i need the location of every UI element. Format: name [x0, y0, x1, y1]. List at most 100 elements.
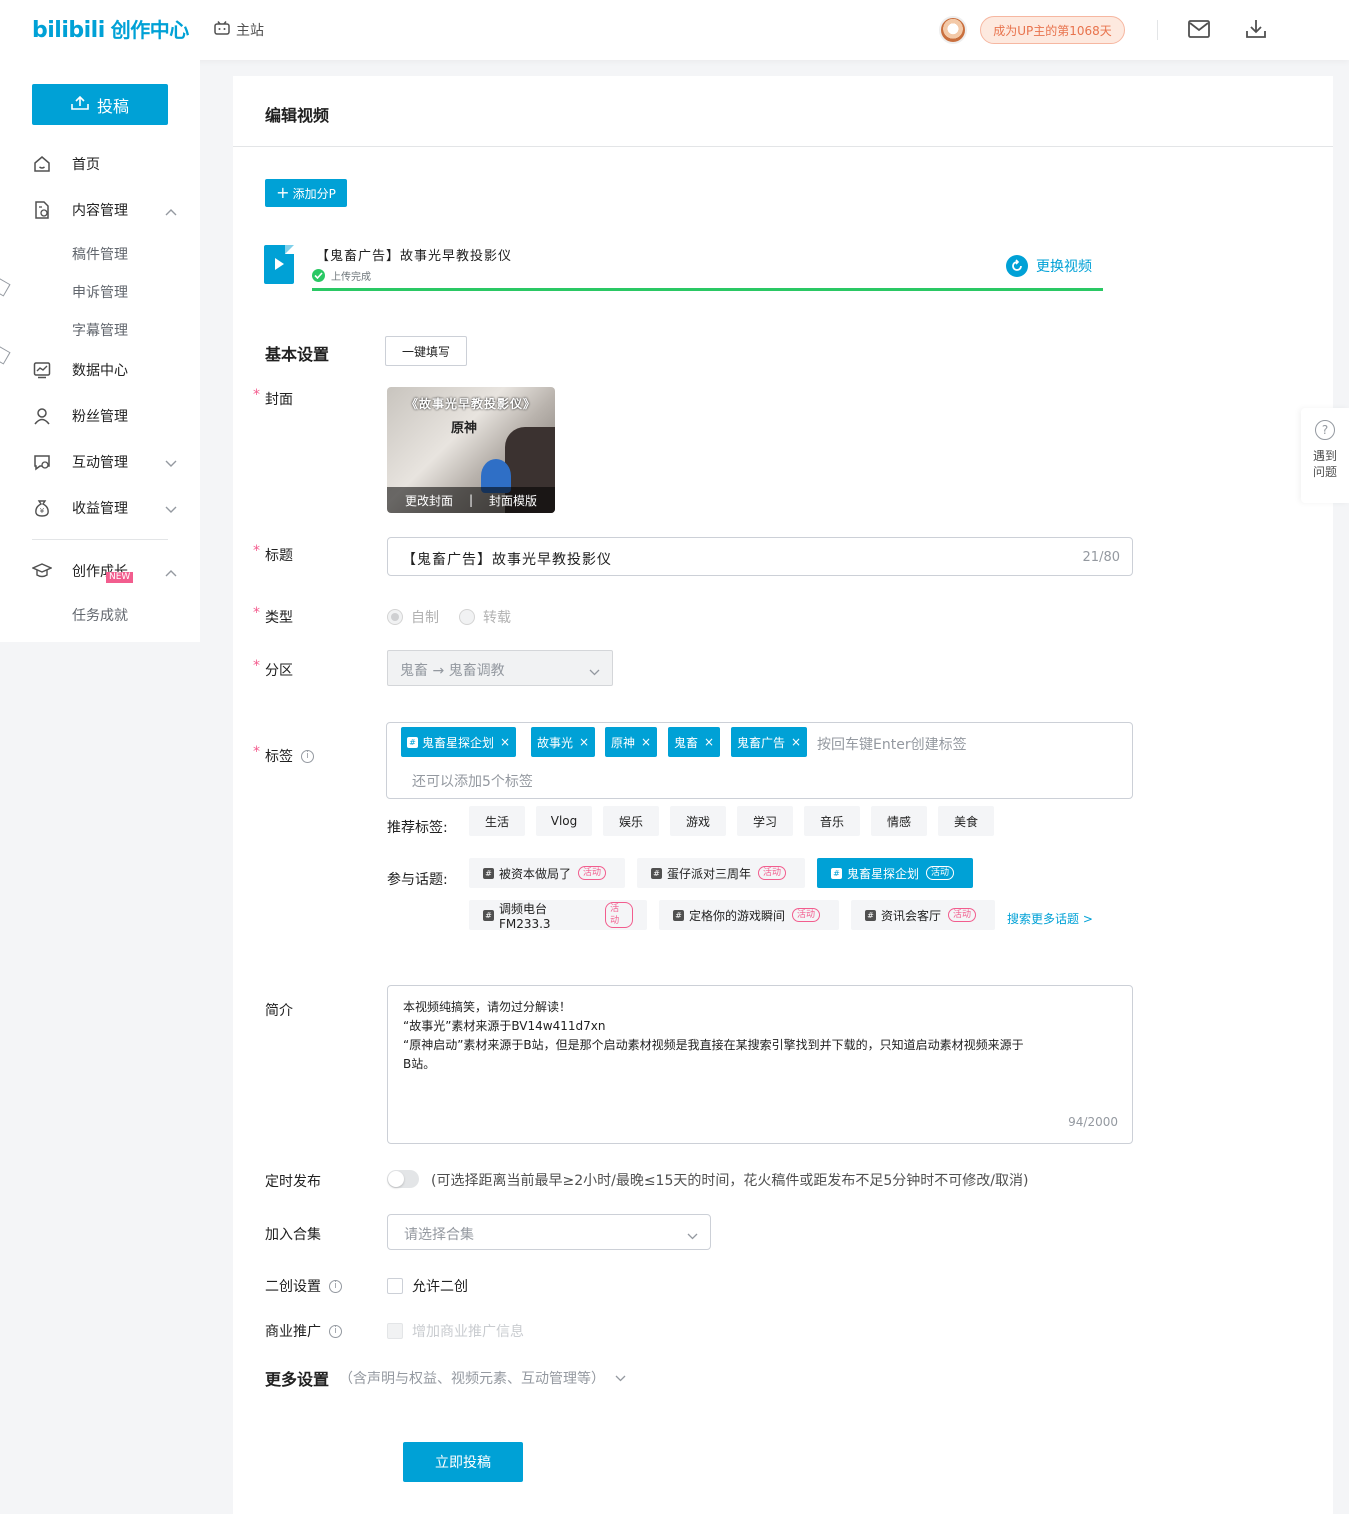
title-input[interactable]: 【鬼畜广告】故事光早教投影仪 21/80: [387, 537, 1133, 576]
close-icon[interactable]: ×: [791, 735, 801, 749]
chevron-up-icon: [165, 204, 177, 220]
zone-label: 分区: [265, 663, 293, 679]
up-days-badge[interactable]: 成为UP主的第1068天: [980, 16, 1125, 44]
hash-icon: #: [673, 909, 684, 921]
edit-video-card: 编辑视频 + 添加分P 【鬼畜广告】故事光早教投影仪 上传完成 更换视频 基本设…: [233, 76, 1333, 1514]
info-icon[interactable]: i: [329, 1324, 342, 1338]
sidebar-item-income[interactable]: ¥ 收益管理: [32, 496, 177, 520]
refresh-icon: [1006, 255, 1028, 277]
topics-label: 参与话题:: [387, 872, 448, 888]
collection-placeholder: 请选择合集: [404, 1227, 474, 1243]
mail-icon[interactable]: [1188, 20, 1210, 42]
divider: [233, 146, 1333, 147]
required-mark: *: [253, 387, 260, 403]
tag-chip[interactable]: 故事光 ×: [531, 727, 596, 757]
type-radio-original[interactable]: 自制: [387, 607, 439, 627]
sidebar-item-appeals[interactable]: 申诉管理: [72, 282, 128, 302]
sidebar-item-manuscripts[interactable]: 稿件管理: [72, 244, 128, 264]
new-badge: NEW: [106, 572, 134, 583]
one-click-fill-button[interactable]: 一键填写: [385, 336, 467, 366]
topic-chip[interactable]: # 被资本做局了 活动: [469, 858, 625, 888]
recommended-tag[interactable]: 生活: [469, 806, 525, 836]
change-cover-button[interactable]: 更改封面: [405, 492, 453, 509]
logo[interactable]: bilibili 创作中心: [32, 14, 189, 43]
cover-template-button[interactable]: 封面模版: [489, 492, 537, 509]
collection-label: 加入合集: [265, 1227, 321, 1243]
help-button[interactable]: ? 遇到问题: [1301, 408, 1349, 503]
recommended-tag[interactable]: 情感: [871, 806, 927, 836]
sidebar-item-home[interactable]: 首页: [32, 152, 177, 176]
tag-chip[interactable]: 鬼畜广告 ×: [731, 727, 808, 757]
recommended-tag[interactable]: 娱乐: [603, 806, 659, 836]
main-site-link[interactable]: 主站: [214, 20, 264, 40]
sidebar-divider: [32, 539, 168, 540]
upload-status-label: 上传完成: [331, 272, 371, 283]
info-icon[interactable]: i: [301, 749, 314, 763]
commercial-checkbox[interactable]: 增加商业推广信息: [387, 1321, 524, 1341]
sidebar-item-interaction[interactable]: 互动管理: [32, 450, 177, 474]
tv-icon: [214, 21, 230, 39]
chevron-down-icon: [615, 1370, 626, 1386]
upload-progress-bar: [312, 288, 1103, 291]
tag-chip[interactable]: 原神 ×: [605, 727, 658, 757]
more-settings-toggle[interactable]: 更多设置 （含声明与权益、视频元素、互动管理等）: [265, 1366, 626, 1390]
description-textarea[interactable]: 本视频纯搞笑，请勿过分解读！ “故事光”素材来源于BV14w411d7xn “原…: [387, 985, 1133, 1144]
required-mark: *: [253, 658, 260, 674]
recommended-tag[interactable]: 音乐: [804, 806, 860, 836]
tag-chip[interactable]: 鬼畜 ×: [668, 727, 721, 757]
sidebar-item-fans[interactable]: 粉丝管理: [32, 404, 177, 428]
cover-image[interactable]: 《故事光早教投影仪》 原神 更改封面 | 封面模版: [387, 387, 555, 513]
topic-chip[interactable]: # 定格你的游戏瞬间 活动: [659, 900, 839, 930]
home-icon: [32, 154, 52, 174]
close-icon[interactable]: ×: [579, 735, 589, 749]
tags-input[interactable]: # 鬼畜星探企划 × 故事光 × 原神 × 鬼畜 × 鬼畜广告 × 按回车键Enter创建…: [386, 722, 1133, 799]
topic-chip[interactable]: # 调频电台FM233.3 活动: [469, 900, 647, 931]
content-icon: [32, 200, 52, 220]
type-radio-repost[interactable]: 转载: [459, 607, 511, 627]
search-more-topics-link[interactable]: 搜索更多话题 >: [1007, 910, 1093, 927]
recommended-tag[interactable]: 美食: [938, 806, 994, 836]
chevron-down-icon: [687, 1228, 698, 1244]
recommended-tag[interactable]: 学习: [737, 806, 793, 836]
sidebar-item-growth[interactable]: 创作成长: [32, 559, 177, 583]
schedule-toggle[interactable]: [387, 1170, 419, 1188]
close-icon[interactable]: ×: [704, 735, 714, 749]
tags-placeholder: 按回车键Enter创建标签: [817, 737, 967, 753]
title-value: 【鬼畜广告】故事光早教投影仪: [402, 552, 612, 568]
svg-text:¥: ¥: [40, 507, 45, 515]
download-icon[interactable]: [1245, 18, 1267, 44]
close-icon[interactable]: ×: [641, 735, 651, 749]
title-label: 标题: [265, 548, 293, 564]
sidebar-item-content[interactable]: 内容管理: [32, 198, 177, 222]
file-name: 【鬼畜广告】故事光早教投影仪: [316, 249, 513, 264]
avatar[interactable]: [939, 16, 967, 44]
recommended-tag[interactable]: 游戏: [670, 806, 726, 836]
submit-button[interactable]: 立即投稿: [403, 1442, 523, 1482]
recommended-tag[interactable]: Vlog: [536, 806, 592, 836]
hash-icon: #: [483, 867, 494, 879]
tag-chip[interactable]: # 鬼畜星探企划 ×: [401, 727, 517, 757]
info-icon[interactable]: i: [329, 1279, 342, 1293]
sidebar-item-data[interactable]: 数据中心: [32, 358, 177, 382]
more-settings-subtitle: （含声明与权益、视频元素、互动管理等）: [339, 1371, 606, 1387]
post-button[interactable]: 投稿: [32, 84, 168, 125]
sidebar-item-subtitles[interactable]: 字幕管理: [72, 320, 128, 340]
hash-icon: #: [831, 867, 842, 879]
allow-derivative-checkbox[interactable]: 允许二创: [387, 1276, 468, 1296]
title-count: 21/80: [1082, 550, 1120, 565]
add-part-button[interactable]: + 添加分P: [265, 179, 347, 207]
graduation-icon: [32, 561, 52, 581]
replace-video-button[interactable]: 更换视频: [1006, 255, 1092, 277]
zone-select[interactable]: 鬼畜 → 鬼畜调教: [387, 650, 613, 686]
tags-label: 标签 i: [265, 746, 314, 766]
check-circle-icon: [312, 269, 325, 282]
money-icon: ¥: [32, 498, 52, 518]
chevron-down-icon: [165, 502, 177, 518]
sidebar-item-label: 内容管理: [72, 203, 128, 219]
topic-chip-active[interactable]: # 鬼畜星探企划 活动: [817, 858, 973, 888]
topic-chip[interactable]: # 蛋仔派对三周年 活动: [637, 858, 805, 888]
sidebar-item-achievements[interactable]: 任务成就: [72, 605, 128, 625]
close-icon[interactable]: ×: [500, 735, 510, 749]
topic-chip[interactable]: # 资讯会客厅 活动: [851, 900, 995, 930]
collection-select[interactable]: 请选择合集: [387, 1214, 711, 1250]
